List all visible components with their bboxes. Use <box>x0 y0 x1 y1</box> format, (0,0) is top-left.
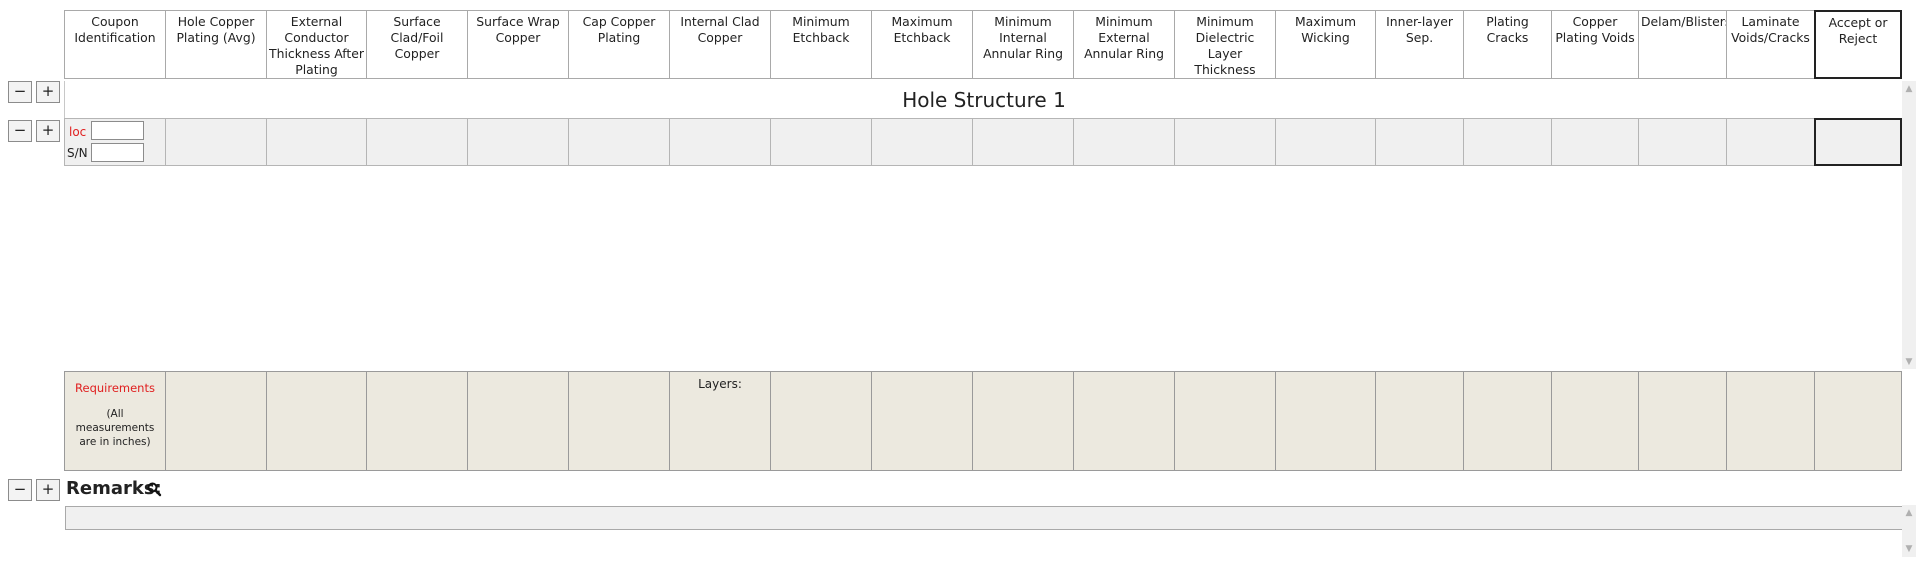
col-header-surface-wrap-copper: Surface Wrap Copper <box>467 10 568 79</box>
remarks-scroll-up-icon[interactable]: ▲ <box>1902 506 1916 520</box>
col-header-cap-copper-plating: Cap Copper Plating <box>568 10 669 79</box>
sn-input[interactable] <box>91 143 144 162</box>
req-external-conductor-thickness <box>266 371 366 471</box>
col-header-external-conductor-thickness: External Conductor Thickness After Plati… <box>266 10 366 79</box>
col-header-inner-layer-sep: Inner-layer Sep. <box>1375 10 1463 79</box>
min-dielectric-layer-thickness-cell[interactable] <box>1174 118 1275 166</box>
accept-or-reject-cell[interactable] <box>1814 118 1902 166</box>
col-header-maximum-wicking: Maximum Wicking <box>1275 10 1375 79</box>
row-remove-button[interactable]: − <box>8 120 32 142</box>
req-plating-cracks <box>1463 371 1551 471</box>
inner-layer-sep-cell[interactable] <box>1375 118 1463 166</box>
row-add-button[interactable]: + <box>36 120 60 142</box>
remarks-remove-button[interactable]: − <box>8 479 32 501</box>
req-minimum-etchback <box>770 371 871 471</box>
coupon-id-cell: loc S/N <box>64 118 165 166</box>
scroll-up-icon[interactable]: ▲ <box>1902 82 1916 96</box>
req-min-dielectric-layer-thickness <box>1174 371 1275 471</box>
col-header-min-dielectric-layer-thickness: Minimum Dielectric Layer Thickness <box>1174 10 1275 79</box>
remarks-field[interactable] <box>65 506 1903 530</box>
req-min-internal-annular-ring <box>972 371 1073 471</box>
col-header-internal-clad-copper: Internal Clad Copper <box>669 10 770 79</box>
sn-label: S/N <box>67 146 88 160</box>
loc-input[interactable] <box>91 121 144 140</box>
requirements-note: (All measurements are in inches) <box>75 408 155 448</box>
req-cap-copper-plating <box>568 371 669 471</box>
req-inner-layer-sep <box>1375 371 1463 471</box>
copper-plating-voids-cell[interactable] <box>1551 118 1638 166</box>
maximum-etchback-cell[interactable] <box>871 118 972 166</box>
col-header-minimum-etchback: Minimum Etchback <box>770 10 871 79</box>
req-hole-copper-plating <box>165 371 266 471</box>
req-laminate-voids-cracks <box>1726 371 1814 471</box>
delam-blisters-cell[interactable] <box>1638 118 1726 166</box>
hole-copper-plating-cell[interactable] <box>165 118 266 166</box>
req-maximum-wicking <box>1275 371 1375 471</box>
req-accept-or-reject <box>1814 371 1902 471</box>
table-scrollbar[interactable] <box>1902 81 1916 369</box>
search-icon[interactable] <box>146 481 162 497</box>
col-header-delam-blisters: Delam/Blisters <box>1638 10 1731 79</box>
min-internal-annular-ring-cell[interactable] <box>972 118 1073 166</box>
col-header-min-internal-annular-ring: Minimum Internal Annular Ring <box>972 10 1073 79</box>
internal-clad-copper-cell[interactable] <box>669 118 770 166</box>
col-header-copper-plating-voids: Copper Plating Voids <box>1551 10 1638 79</box>
external-conductor-thickness-cell[interactable] <box>266 118 366 166</box>
col-header-plating-cracks: Plating Cracks <box>1463 10 1551 79</box>
laminate-voids-cracks-cell[interactable] <box>1726 118 1814 166</box>
section-collapse-button[interactable]: − <box>8 81 32 103</box>
min-external-annular-ring-cell[interactable] <box>1073 118 1174 166</box>
col-header-hole-copper-plating: Hole Copper Plating (Avg) <box>165 10 266 79</box>
col-header-surface-clad-foil-copper: Surface Clad/Foil Copper <box>366 10 467 79</box>
section-title: Hole Structure 1 <box>64 81 1904 119</box>
col-header-accept-or-reject: Accept or Reject <box>1814 10 1902 79</box>
section-add-button[interactable]: + <box>36 81 60 103</box>
cap-copper-plating-cell[interactable] <box>568 118 669 166</box>
req-internal-clad-copper: Layers: <box>669 371 770 471</box>
requirements-label: Requirements <box>75 381 155 395</box>
surface-wrap-copper-cell[interactable] <box>467 118 568 166</box>
req-delam-blisters <box>1638 371 1726 471</box>
req-copper-plating-voids <box>1551 371 1638 471</box>
col-header-coupon-id: Coupon Identification <box>64 10 165 79</box>
col-header-min-external-annular-ring: Minimum External Annular Ring <box>1073 10 1174 79</box>
req-surface-clad-foil-copper <box>366 371 467 471</box>
scroll-down-icon[interactable]: ▼ <box>1902 355 1916 369</box>
requirements-cell: Requirements (All measurements are in in… <box>64 371 165 471</box>
maximum-wicking-cell[interactable] <box>1275 118 1375 166</box>
loc-label: loc <box>69 125 87 139</box>
remarks-scroll-down-icon[interactable]: ▼ <box>1902 542 1916 556</box>
col-header-maximum-etchback: Maximum Etchback <box>871 10 972 79</box>
remarks-add-button[interactable]: + <box>36 479 60 501</box>
minimum-etchback-cell[interactable] <box>770 118 871 166</box>
req-min-external-annular-ring <box>1073 371 1174 471</box>
layers-label: Layers: <box>698 377 742 391</box>
col-header-laminate-voids-cracks: Laminate Voids/Cracks <box>1726 10 1814 79</box>
surface-clad-foil-copper-cell[interactable] <box>366 118 467 166</box>
req-maximum-etchback <box>871 371 972 471</box>
req-surface-wrap-copper <box>467 371 568 471</box>
plating-cracks-cell[interactable] <box>1463 118 1551 166</box>
